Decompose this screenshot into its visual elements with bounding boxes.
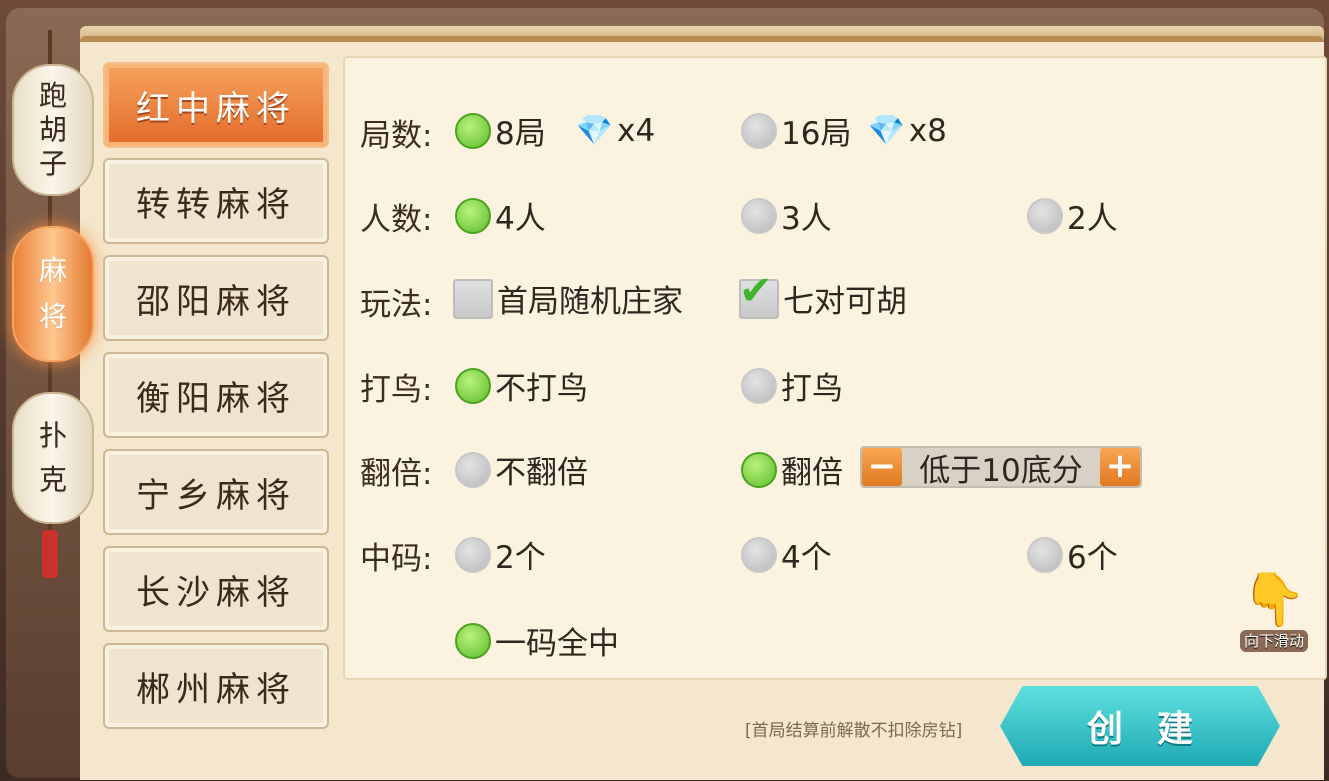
middlecode-option-2[interactable]: 2个 xyxy=(455,532,546,577)
rounds-label: 局数: xyxy=(360,118,433,154)
radio-selected xyxy=(455,367,491,404)
tab-poker[interactable]: 扑 克 xyxy=(12,392,94,524)
game-ningxiang[interactable]: 宁乡麻将 xyxy=(103,449,329,535)
game-label: 转转麻将 xyxy=(136,184,296,225)
radio-selected xyxy=(455,112,491,149)
checkmark-icon: ✔ xyxy=(739,267,773,314)
plus-button[interactable]: + xyxy=(1099,448,1140,486)
create-button[interactable]: 创建 xyxy=(1000,686,1280,766)
game-shaoyang[interactable]: 邵阳麻将 xyxy=(103,255,329,341)
tab-paohuzi[interactable]: 跑 胡 子 xyxy=(12,64,94,196)
game-hongzhong[interactable]: 红中麻将 xyxy=(103,62,329,148)
radio-unselected xyxy=(455,451,491,488)
tassel xyxy=(42,530,58,578)
option-text: 打鸟 xyxy=(781,371,843,407)
dissolve-notice: [首局结算前解散不扣除房钻] xyxy=(745,721,963,741)
option-text: 七对可胡 xyxy=(783,284,907,320)
radio-unselected xyxy=(741,197,777,234)
tab-char: 克 xyxy=(38,463,67,496)
pointing-hand-icon: 👇 xyxy=(1241,570,1307,630)
radio-selected xyxy=(455,622,491,659)
option-text: 16局 xyxy=(781,116,852,152)
radio-unselected xyxy=(455,536,491,573)
scroll-hint-text: 向下滑动 xyxy=(1239,630,1308,652)
game-changsha[interactable]: 长沙麻将 xyxy=(103,546,329,632)
game-zhuanzhuan[interactable]: 转转麻将 xyxy=(103,158,329,244)
game-label: 衡阳麻将 xyxy=(136,378,296,419)
scroll-hint: 👇 向下滑动 xyxy=(1232,570,1316,652)
stepper-value: 低于10底分 xyxy=(919,452,1083,489)
middlecode-option-all[interactable]: 一码全中 xyxy=(455,618,619,663)
tab-char: 将 xyxy=(38,300,67,333)
game-label: 邵阳麻将 xyxy=(136,281,296,322)
radio-selected xyxy=(455,197,491,234)
option-text: 翻倍 xyxy=(781,455,843,491)
option-text: 6个 xyxy=(1067,540,1118,576)
playstyle-seven-pairs[interactable]: ✔ 七对可胡 xyxy=(739,271,907,321)
rounds-option-16[interactable]: 16局 💎 x8 xyxy=(741,108,947,153)
game-label: 宁乡麻将 xyxy=(136,475,296,516)
option-text: 8局 xyxy=(495,116,546,152)
players-option-2[interactable]: 2人 xyxy=(1027,193,1118,238)
middlecode-label: 中码: xyxy=(360,541,433,577)
option-text: 首局随机庄家 xyxy=(497,284,683,320)
option-text: 2人 xyxy=(1067,201,1118,237)
bird-label: 打鸟: xyxy=(360,372,433,408)
game-label: 郴州麻将 xyxy=(136,669,296,710)
tab-char: 胡 xyxy=(38,113,67,146)
option-text: 3人 xyxy=(781,201,832,237)
double-option-yes[interactable]: 翻倍 xyxy=(741,447,843,492)
double-option-no[interactable]: 不翻倍 xyxy=(455,447,588,492)
bird-option-yes[interactable]: 打鸟 xyxy=(741,363,843,408)
checkbox-checked: ✔ xyxy=(739,271,779,319)
radio-selected xyxy=(741,451,777,488)
radio-unselected xyxy=(741,112,777,149)
game-label: 红中麻将 xyxy=(136,88,296,129)
tab-char: 麻 xyxy=(38,254,67,287)
double-label: 翻倍: xyxy=(360,456,433,492)
cost-text: x4 xyxy=(617,112,656,149)
bird-option-none[interactable]: 不打鸟 xyxy=(455,363,588,408)
tab-char: 跑 xyxy=(38,79,67,112)
minus-button[interactable]: − xyxy=(862,448,902,486)
radio-unselected xyxy=(741,536,777,573)
option-text: 2个 xyxy=(495,540,546,576)
option-text: 不翻倍 xyxy=(495,455,588,491)
create-label: 创建 xyxy=(1086,709,1227,750)
option-text: 不打鸟 xyxy=(495,371,588,407)
option-text: 一码全中 xyxy=(495,626,619,662)
radio-unselected xyxy=(741,367,777,404)
radio-unselected xyxy=(1027,536,1063,573)
double-threshold-stepper: − 低于10底分 + xyxy=(860,446,1142,489)
diamond-icon: 💎 xyxy=(575,113,614,148)
game-label: 长沙麻将 xyxy=(136,572,296,613)
cost-text: x8 xyxy=(908,112,947,149)
middlecode-option-4[interactable]: 4个 xyxy=(741,532,832,577)
tab-char: 扑 xyxy=(38,419,67,452)
tab-mahjong[interactable]: 麻 将 xyxy=(12,226,94,362)
playstyle-random-dealer[interactable]: 首局随机庄家 xyxy=(453,276,683,321)
rounds-option-8[interactable]: 8局 💎 x4 xyxy=(455,108,655,153)
middlecode-option-6[interactable]: 6个 xyxy=(1027,532,1118,577)
players-label: 人数: xyxy=(360,202,433,238)
game-chenzhou[interactable]: 郴州麻将 xyxy=(103,643,329,729)
players-option-4[interactable]: 4人 xyxy=(455,193,546,238)
diamond-icon: 💎 xyxy=(867,113,905,148)
option-text: 4人 xyxy=(495,201,546,237)
option-text: 4个 xyxy=(781,540,832,576)
radio-unselected xyxy=(1027,197,1063,234)
game-hengyang[interactable]: 衡阳麻将 xyxy=(103,352,329,438)
playstyle-label: 玩法: xyxy=(360,287,433,323)
tab-char: 子 xyxy=(38,147,67,180)
players-option-3[interactable]: 3人 xyxy=(741,193,832,238)
checkbox-unchecked xyxy=(453,278,493,319)
